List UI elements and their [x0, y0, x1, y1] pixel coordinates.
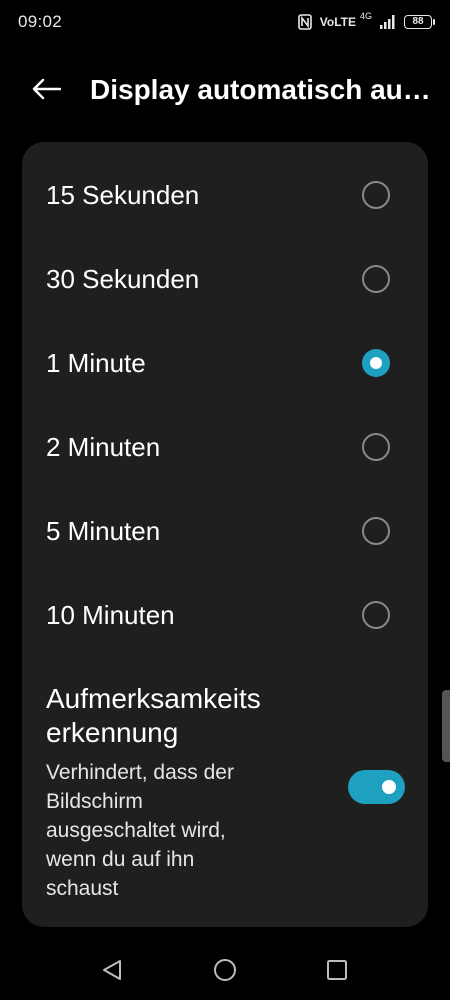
option-label: 1 Minute — [46, 348, 146, 378]
nav-recents-button[interactable] — [323, 958, 351, 986]
status-time: 09:02 — [18, 12, 63, 31]
attention-detection-toggle[interactable] — [348, 770, 405, 804]
option-row-15-seconds[interactable]: 15 Sekunden — [22, 153, 428, 237]
nav-home-button[interactable] — [211, 958, 239, 986]
attention-detection-row[interactable]: Aufmerksamkeits erkennung Verhindert, da… — [22, 678, 428, 918]
radio-button[interactable] — [362, 181, 390, 209]
app-bar: Display automatisch ausschalten — [0, 56, 450, 126]
volte-indicator: VoLTE — [319, 15, 356, 29]
navigation-bar — [0, 940, 450, 1000]
option-row-30-seconds[interactable]: 30 Sekunden — [22, 237, 428, 321]
edge-panel-handle[interactable] — [442, 690, 450, 762]
radio-button-selected[interactable] — [362, 349, 390, 377]
toggle-knob — [382, 780, 396, 794]
battery-icon: 88 — [404, 15, 435, 29]
option-row-10-minutes[interactable]: 10 Minuten — [22, 573, 428, 657]
option-row-2-minutes[interactable]: 2 Minuten — [22, 405, 428, 489]
page-title: Display automatisch ausschalten — [90, 74, 436, 105]
description-line: Bildschirm — [46, 790, 143, 813]
option-row-1-minute[interactable]: 1 Minute — [22, 321, 428, 405]
nav-back-button[interactable] — [98, 958, 126, 986]
description-line: ausgeschaltet wird, — [46, 819, 226, 842]
nfc-icon — [297, 14, 312, 30]
option-label: 10 Minuten — [46, 600, 175, 630]
option-label: 2 Minuten — [46, 432, 161, 462]
radio-button[interactable] — [362, 265, 390, 293]
back-button[interactable] — [26, 73, 66, 109]
network-type: 4G — [359, 11, 372, 21]
option-label: 5 Minuten — [46, 516, 161, 546]
description-line: wenn du auf ihn — [46, 848, 195, 871]
description-line: schaust — [46, 877, 119, 900]
timeout-options-card: 15 Sekunden 30 Sekunden 1 Minute 2 Minut… — [22, 142, 428, 927]
option-label: 15 Sekunden — [46, 180, 200, 210]
option-label: 30 Sekunden — [46, 264, 200, 294]
arrow-left-icon — [31, 78, 62, 105]
status-bar: 09:02 VoLTE 4G 88 — [0, 0, 450, 46]
battery-level: 88 — [412, 16, 424, 27]
radio-button[interactable] — [362, 517, 390, 545]
attention-title-line: erkennung — [46, 717, 179, 748]
radio-button[interactable] — [362, 601, 390, 629]
status-icons: VoLTE 4G 88 — [297, 11, 435, 32]
radio-button[interactable] — [362, 433, 390, 461]
description-line: Verhindert, dass der — [46, 761, 234, 784]
circle-home-icon — [213, 958, 237, 987]
triangle-back-icon — [101, 959, 123, 986]
attention-title-line: Aufmerksamkeits — [46, 683, 261, 714]
square-recents-icon — [326, 959, 348, 986]
signal-icon — [380, 15, 396, 29]
option-row-5-minutes[interactable]: 5 Minuten — [22, 489, 428, 573]
attention-detection-title: Aufmerksamkeits erkennung — [46, 682, 306, 750]
attention-detection-description: Verhindert, dass der Bildschirm ausgesch… — [46, 758, 276, 903]
